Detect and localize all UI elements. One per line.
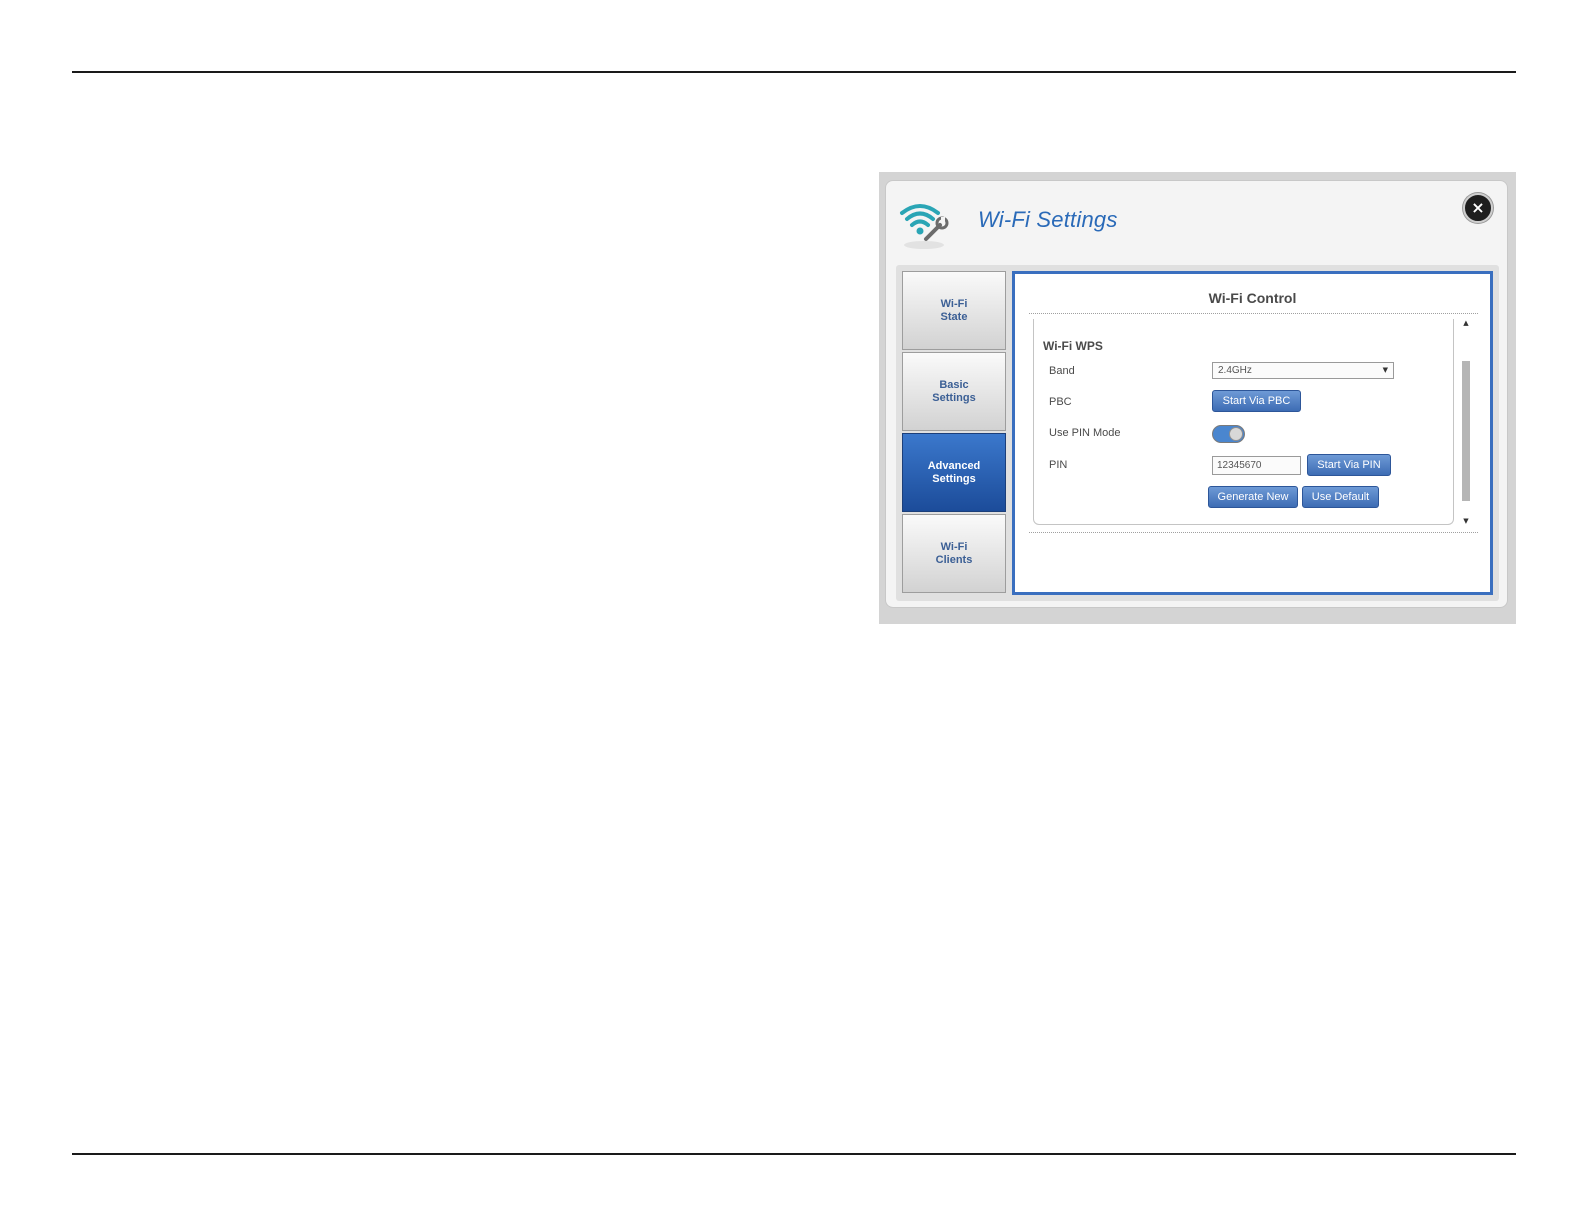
divider xyxy=(1029,313,1478,314)
toggle-knob xyxy=(1229,427,1243,441)
close-icon[interactable]: × xyxy=(1463,193,1493,223)
band-select-value: 2.4GHz xyxy=(1218,365,1252,376)
screenshot-frame: Wi-Fi Settings × Wi-Fi State Basic Setti… xyxy=(879,172,1516,624)
generate-new-button[interactable]: Generate New xyxy=(1208,486,1298,508)
wifi-control-panel: Wi-Fi Control Wi-Fi WPS Band 2.4GHz ▼ PB… xyxy=(1012,271,1493,595)
tab-advanced-settings[interactable]: Advanced Settings xyxy=(902,433,1006,512)
start-via-pbc-button[interactable]: Start Via PBC xyxy=(1212,390,1301,412)
scroll-up-icon[interactable]: ▲ xyxy=(1460,319,1472,327)
panel-title: Wi-Fi Control xyxy=(1208,290,1297,306)
tab-label-line2: State xyxy=(940,310,968,323)
tab-wifi-clients[interactable]: Wi-Fi Clients xyxy=(902,514,1006,593)
dialog-title: Wi-Fi Settings xyxy=(978,207,1118,232)
manual-page: Wi-Fi Settings × Wi-Fi State Basic Setti… xyxy=(0,0,1584,1224)
tab-label-line1: Advanced xyxy=(927,459,981,472)
wps-section: Wi-Fi WPS Band 2.4GHz ▼ PBC Start Via PB… xyxy=(1033,319,1454,525)
pbc-label: PBC xyxy=(1049,396,1072,408)
pin-mode-toggle[interactable] xyxy=(1212,425,1245,443)
band-label: Band xyxy=(1049,365,1075,377)
tab-label-line1: Wi-Fi xyxy=(940,540,968,553)
pin-label: PIN xyxy=(1049,459,1068,471)
scrollbar[interactable]: ▲ ▼ xyxy=(1460,319,1472,525)
scroll-thumb[interactable] xyxy=(1462,361,1470,501)
wifi-settings-dialog: Wi-Fi Settings × Wi-Fi State Basic Setti… xyxy=(885,180,1508,608)
tab-label-line1: Basic xyxy=(939,378,969,391)
side-tabs: Wi-Fi State Basic Settings Advanced Sett… xyxy=(902,271,1008,595)
divider xyxy=(1029,532,1478,533)
top-rule xyxy=(72,71,1516,73)
scroll-down-icon[interactable]: ▼ xyxy=(1460,517,1472,525)
tab-label-line2: Settings xyxy=(932,391,976,404)
chevron-down-icon: ▼ xyxy=(1382,366,1388,374)
start-via-pin-button[interactable]: Start Via PIN xyxy=(1307,454,1391,476)
section-title: Wi-Fi WPS xyxy=(1043,339,1103,353)
tab-label-line2: Settings xyxy=(932,472,976,485)
wifi-settings-icon xyxy=(900,204,949,249)
tab-label-line1: Wi-Fi xyxy=(940,297,968,310)
pin-input[interactable]: 12345670 xyxy=(1212,456,1301,475)
tab-label-line2: Clients xyxy=(935,553,973,566)
bottom-rule xyxy=(72,1153,1516,1155)
pin-mode-label: Use PIN Mode xyxy=(1049,427,1121,439)
dialog-body: Wi-Fi State Basic Settings Advanced Sett… xyxy=(896,265,1499,601)
use-default-button[interactable]: Use Default xyxy=(1302,486,1379,508)
band-select[interactable]: 2.4GHz ▼ xyxy=(1212,362,1394,379)
tab-basic-settings[interactable]: Basic Settings xyxy=(902,352,1006,431)
tab-wifi-state[interactable]: Wi-Fi State xyxy=(902,271,1006,350)
